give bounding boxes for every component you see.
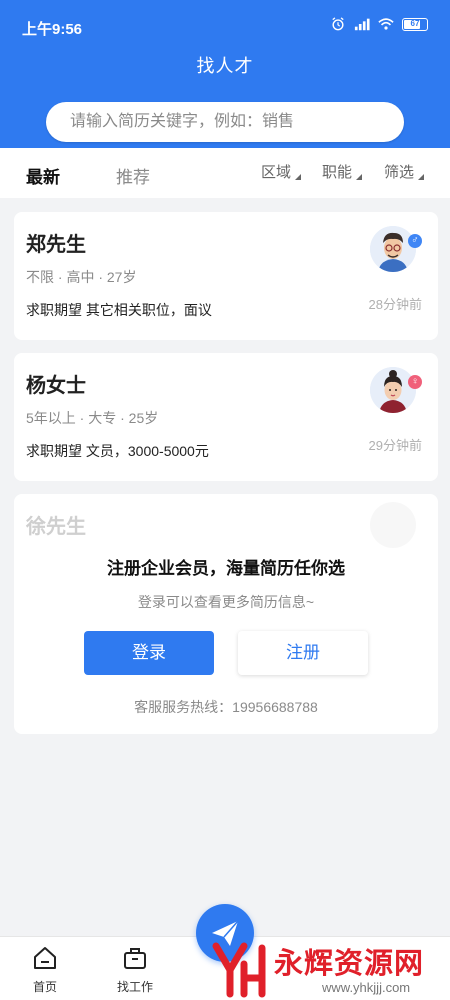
filter-function-label: 职能 [322,164,353,181]
battery-level: 67 [410,18,420,28]
candidate-meta: 5年以上 · 大专 · 25岁 [26,410,159,426]
search-input[interactable]: 请输入简历关键字，例如：销售 [46,102,404,142]
watermark: 永辉资源网 www.yhkjjj.com [210,938,450,1000]
nav-label-home: 首页 [32,980,57,994]
candidate-name: 杨女士 [26,375,86,397]
avatar [370,226,416,272]
candidate-name: 郑先生 [26,234,86,256]
nav-item-find-job[interactable]: 找工作 [105,945,165,995]
login-button[interactable]: 登录 [84,631,214,675]
wifi-icon [378,18,394,30]
blurred-avatar [370,502,416,548]
candidate-time-ago: 29分钟前 [368,438,422,453]
tab-bar: 最新 推荐 区域 职能 筛选 [0,148,450,198]
home-icon [34,947,56,969]
watermark-text: 永辉资源网 [274,948,425,980]
battery-icon: 67 [402,17,428,31]
tab-latest[interactable]: 最新 [26,163,60,188]
candidate-meta: 不限 · 高中 · 27岁 [26,269,137,285]
watermark-logo-icon [212,942,266,998]
alarm-icon [332,17,344,31]
watermark-url: www.yhkjjj.com [322,980,411,995]
female-avatar-illustration [370,367,416,413]
nav-item-home[interactable]: 首页 [15,945,75,995]
candidate-expectation: 求职期望 其它相关职位，面议 [26,302,212,318]
filter-region[interactable]: 区域 [261,161,302,182]
register-button[interactable]: 注册 [238,631,368,675]
candidate-card[interactable]: 郑先生 不限 · 高中 · 27岁 求职期望 其它相关职位，面议 28分钟前 ♂ [14,212,438,340]
service-hotline: 客服服务热线：19956688788 [134,699,318,715]
status-bar: 上午9:56 67 [0,0,450,50]
candidate-time-ago: 28分钟前 [368,297,422,312]
status-time: 上午9:56 [22,21,83,38]
dropdown-triangle-icon [418,174,425,180]
filter-more[interactable]: 筛选 [384,161,425,182]
tab-recommended[interactable]: 推荐 [116,163,150,188]
female-gender-icon: ♀ [408,375,422,389]
candidate-expectation: 求职期望 文员，3000-5000元 [26,443,209,459]
login-prompt-card: 徐先生 注册企业会员，海量简历任你选 登录可以查看更多简历信息~ 登录 注册 客… [14,494,438,734]
blurred-candidate-name: 徐先生 [26,516,86,538]
login-prompt-subtitle: 登录可以查看更多简历信息~ [137,594,315,610]
filter-region-label: 区域 [261,164,292,181]
filter-function[interactable]: 职能 [322,161,363,182]
male-gender-icon: ♂ [408,234,422,248]
candidate-card[interactable]: 杨女士 5年以上 · 大专 · 25岁 求职期望 文员，3000-5000元 2… [14,353,438,481]
dropdown-triangle-icon [356,174,363,180]
avatar [370,367,416,413]
status-icons: 67 [330,17,428,31]
login-prompt-title: 注册企业会员，海量简历任你选 [107,559,345,578]
briefcase-icon [124,948,146,969]
filter-more-label: 筛选 [384,164,415,181]
nav-label-find-job: 找工作 [116,980,153,994]
male-avatar-illustration [370,226,416,272]
signal-icon [354,18,370,31]
header-bar: 上午9:56 67 找人才 请输入简历关键字，例如：销售 [0,0,450,148]
page-title: 找人才 [196,56,254,76]
dropdown-triangle-icon [295,174,302,180]
